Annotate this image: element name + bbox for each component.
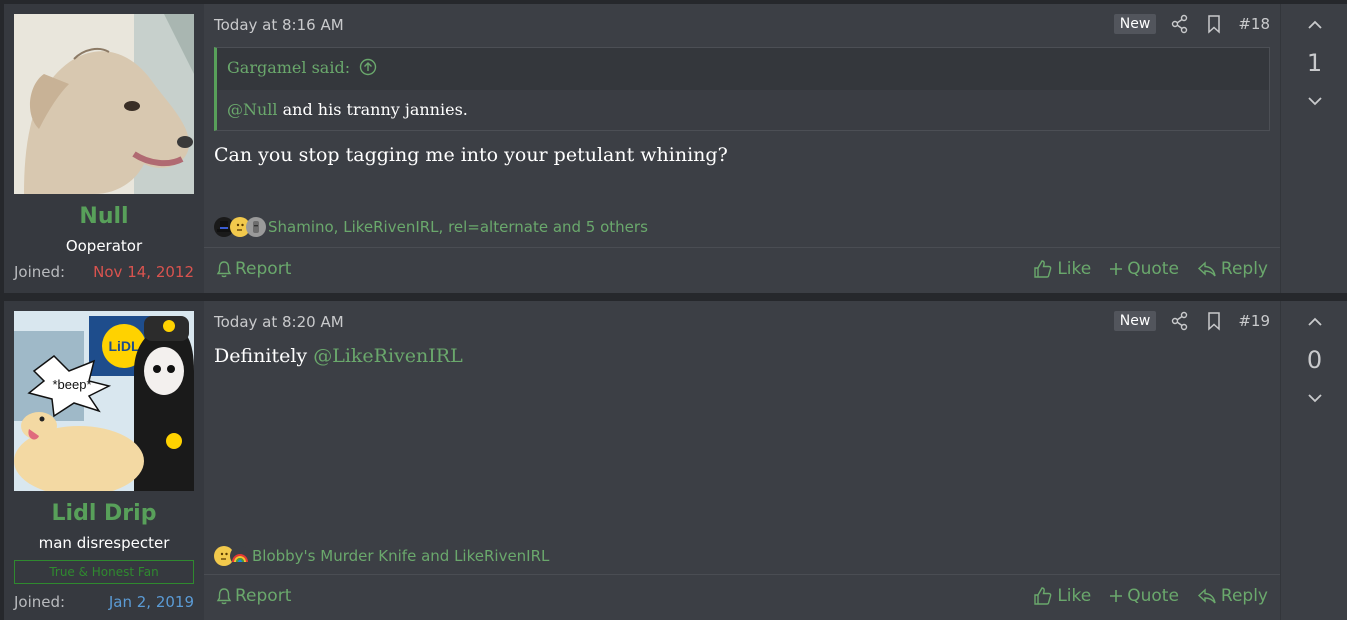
- joined-label: Joined:: [14, 263, 66, 281]
- username[interactable]: Null: [4, 204, 204, 229]
- reactions-text: Shamino, LikeRivenIRL, rel=alternate and…: [268, 218, 648, 236]
- dog-avatar-image: [14, 14, 194, 194]
- like-button[interactable]: Like: [1033, 259, 1091, 279]
- quote-button[interactable]: Quote: [1109, 259, 1179, 279]
- reactions-text: Blobby's Murder Knife and LikeRivenIRL: [252, 547, 550, 565]
- vote-panel: 1: [1280, 4, 1347, 293]
- reply-label: Reply: [1220, 259, 1268, 279]
- vote-panel: 0: [1280, 301, 1347, 620]
- message-body: Definitely @LikeRivenIRL: [214, 345, 463, 367]
- new-badge: New: [1113, 311, 1157, 331]
- post-main: Today at 8:16 AM New #18 Gargamel said:: [204, 4, 1280, 293]
- report-label: Report: [235, 259, 292, 279]
- user-banner: True & Honest Fan: [14, 560, 194, 584]
- plus-icon: [1110, 263, 1123, 275]
- thumbs-up-icon: [1034, 587, 1052, 605]
- post-footer: Report Like Quote Reply: [204, 574, 1280, 620]
- reply-arrow-icon: [1197, 588, 1216, 604]
- quote-block: Gargamel said: @Null and his tranny jann…: [214, 47, 1270, 131]
- chevron-down-icon[interactable]: [1305, 391, 1325, 405]
- like-label: Like: [1057, 586, 1092, 606]
- chevron-up-icon[interactable]: [1305, 18, 1325, 32]
- user-title: Ooperator: [65, 237, 143, 255]
- joined-label: Joined:: [14, 593, 66, 611]
- user-title: man disrespecter: [38, 534, 170, 552]
- post-19: LiDL *beep* Lidl Drip man disrespecter T…: [4, 301, 1347, 620]
- user-info: Null Ooperator Joined: Nov 14, 2012: [4, 4, 204, 293]
- report-button[interactable]: Report: [216, 586, 291, 606]
- quote-label: Quote: [1127, 586, 1179, 606]
- beep-text: *beep*: [52, 377, 91, 392]
- svg-text:LiDL: LiDL: [108, 338, 140, 354]
- post-date[interactable]: Today at 8:20 AM: [214, 313, 344, 331]
- bookmark-icon[interactable]: [1204, 311, 1224, 331]
- reply-arrow-icon: [1197, 261, 1216, 277]
- quote-text: and his tranny jannies.: [277, 100, 468, 119]
- post-18: Null Ooperator Joined: Nov 14, 2012 Toda…: [4, 4, 1347, 293]
- like-button[interactable]: Like: [1033, 586, 1091, 606]
- reaction-icons: [214, 546, 250, 566]
- post-number[interactable]: #18: [1238, 15, 1270, 33]
- joined-date: Nov 14, 2012: [93, 263, 194, 281]
- report-button[interactable]: Report: [216, 259, 291, 279]
- arrow-up-circle-icon[interactable]: [359, 58, 377, 76]
- mention-link[interactable]: @Null: [227, 100, 278, 119]
- report-label: Report: [235, 586, 292, 606]
- thumbs-up-icon: [1034, 260, 1052, 278]
- post-footer: Report Like Quote Reply: [204, 247, 1280, 293]
- quote-author[interactable]: Gargamel said:: [227, 58, 377, 77]
- vote-count: 0: [1306, 346, 1323, 374]
- rainbow-icon: [230, 546, 250, 566]
- quote-button[interactable]: Quote: [1109, 586, 1179, 606]
- avatar[interactable]: [14, 14, 194, 194]
- moai-icon: [246, 217, 266, 237]
- share-icon[interactable]: [1170, 311, 1190, 331]
- share-icon[interactable]: [1170, 14, 1190, 34]
- bell-icon: [216, 261, 232, 278]
- reactions-bar[interactable]: Shamino, LikeRivenIRL, rel=alternate and…: [214, 217, 648, 237]
- post-date[interactable]: Today at 8:16 AM: [214, 16, 344, 34]
- lidl-avatar-image: LiDL *beep*: [14, 311, 194, 491]
- quote-author-label: Gargamel said:: [227, 58, 351, 77]
- reply-button[interactable]: Reply: [1197, 586, 1268, 606]
- bookmark-icon[interactable]: [1204, 14, 1224, 34]
- message-body: Can you stop tagging me into your petula…: [214, 144, 728, 166]
- quote-label: Quote: [1127, 259, 1179, 279]
- chevron-down-icon[interactable]: [1305, 94, 1325, 108]
- post-header-actions: New #18: [1113, 14, 1270, 34]
- new-badge: New: [1113, 14, 1157, 34]
- joined-date: Jan 2, 2019: [108, 593, 194, 611]
- reactions-bar[interactable]: Blobby's Murder Knife and LikeRivenIRL: [214, 546, 549, 566]
- vote-count: 1: [1306, 49, 1323, 77]
- like-label: Like: [1057, 259, 1092, 279]
- reply-button[interactable]: Reply: [1197, 259, 1268, 279]
- quote-body: @Null and his tranny jannies.: [217, 90, 1269, 130]
- post-main: Today at 8:20 AM New #19 Definitely @Lik…: [204, 301, 1280, 620]
- post-header-actions: New #19: [1113, 311, 1270, 331]
- mention-link[interactable]: @LikeRivenIRL: [313, 345, 462, 367]
- reaction-icons: [214, 217, 266, 237]
- post-actions: Like Quote Reply: [1033, 259, 1268, 279]
- bell-icon: [216, 588, 232, 605]
- username[interactable]: Lidl Drip: [4, 501, 204, 526]
- plus-icon: [1110, 590, 1123, 602]
- avatar[interactable]: LiDL *beep*: [14, 311, 194, 491]
- message-text: Definitely: [214, 345, 314, 367]
- post-number[interactable]: #19: [1238, 312, 1270, 330]
- user-info: LiDL *beep* Lidl Drip man disrespecter T…: [4, 301, 204, 620]
- post-actions: Like Quote Reply: [1033, 586, 1268, 606]
- chevron-up-icon[interactable]: [1305, 315, 1325, 329]
- reply-label: Reply: [1220, 586, 1268, 606]
